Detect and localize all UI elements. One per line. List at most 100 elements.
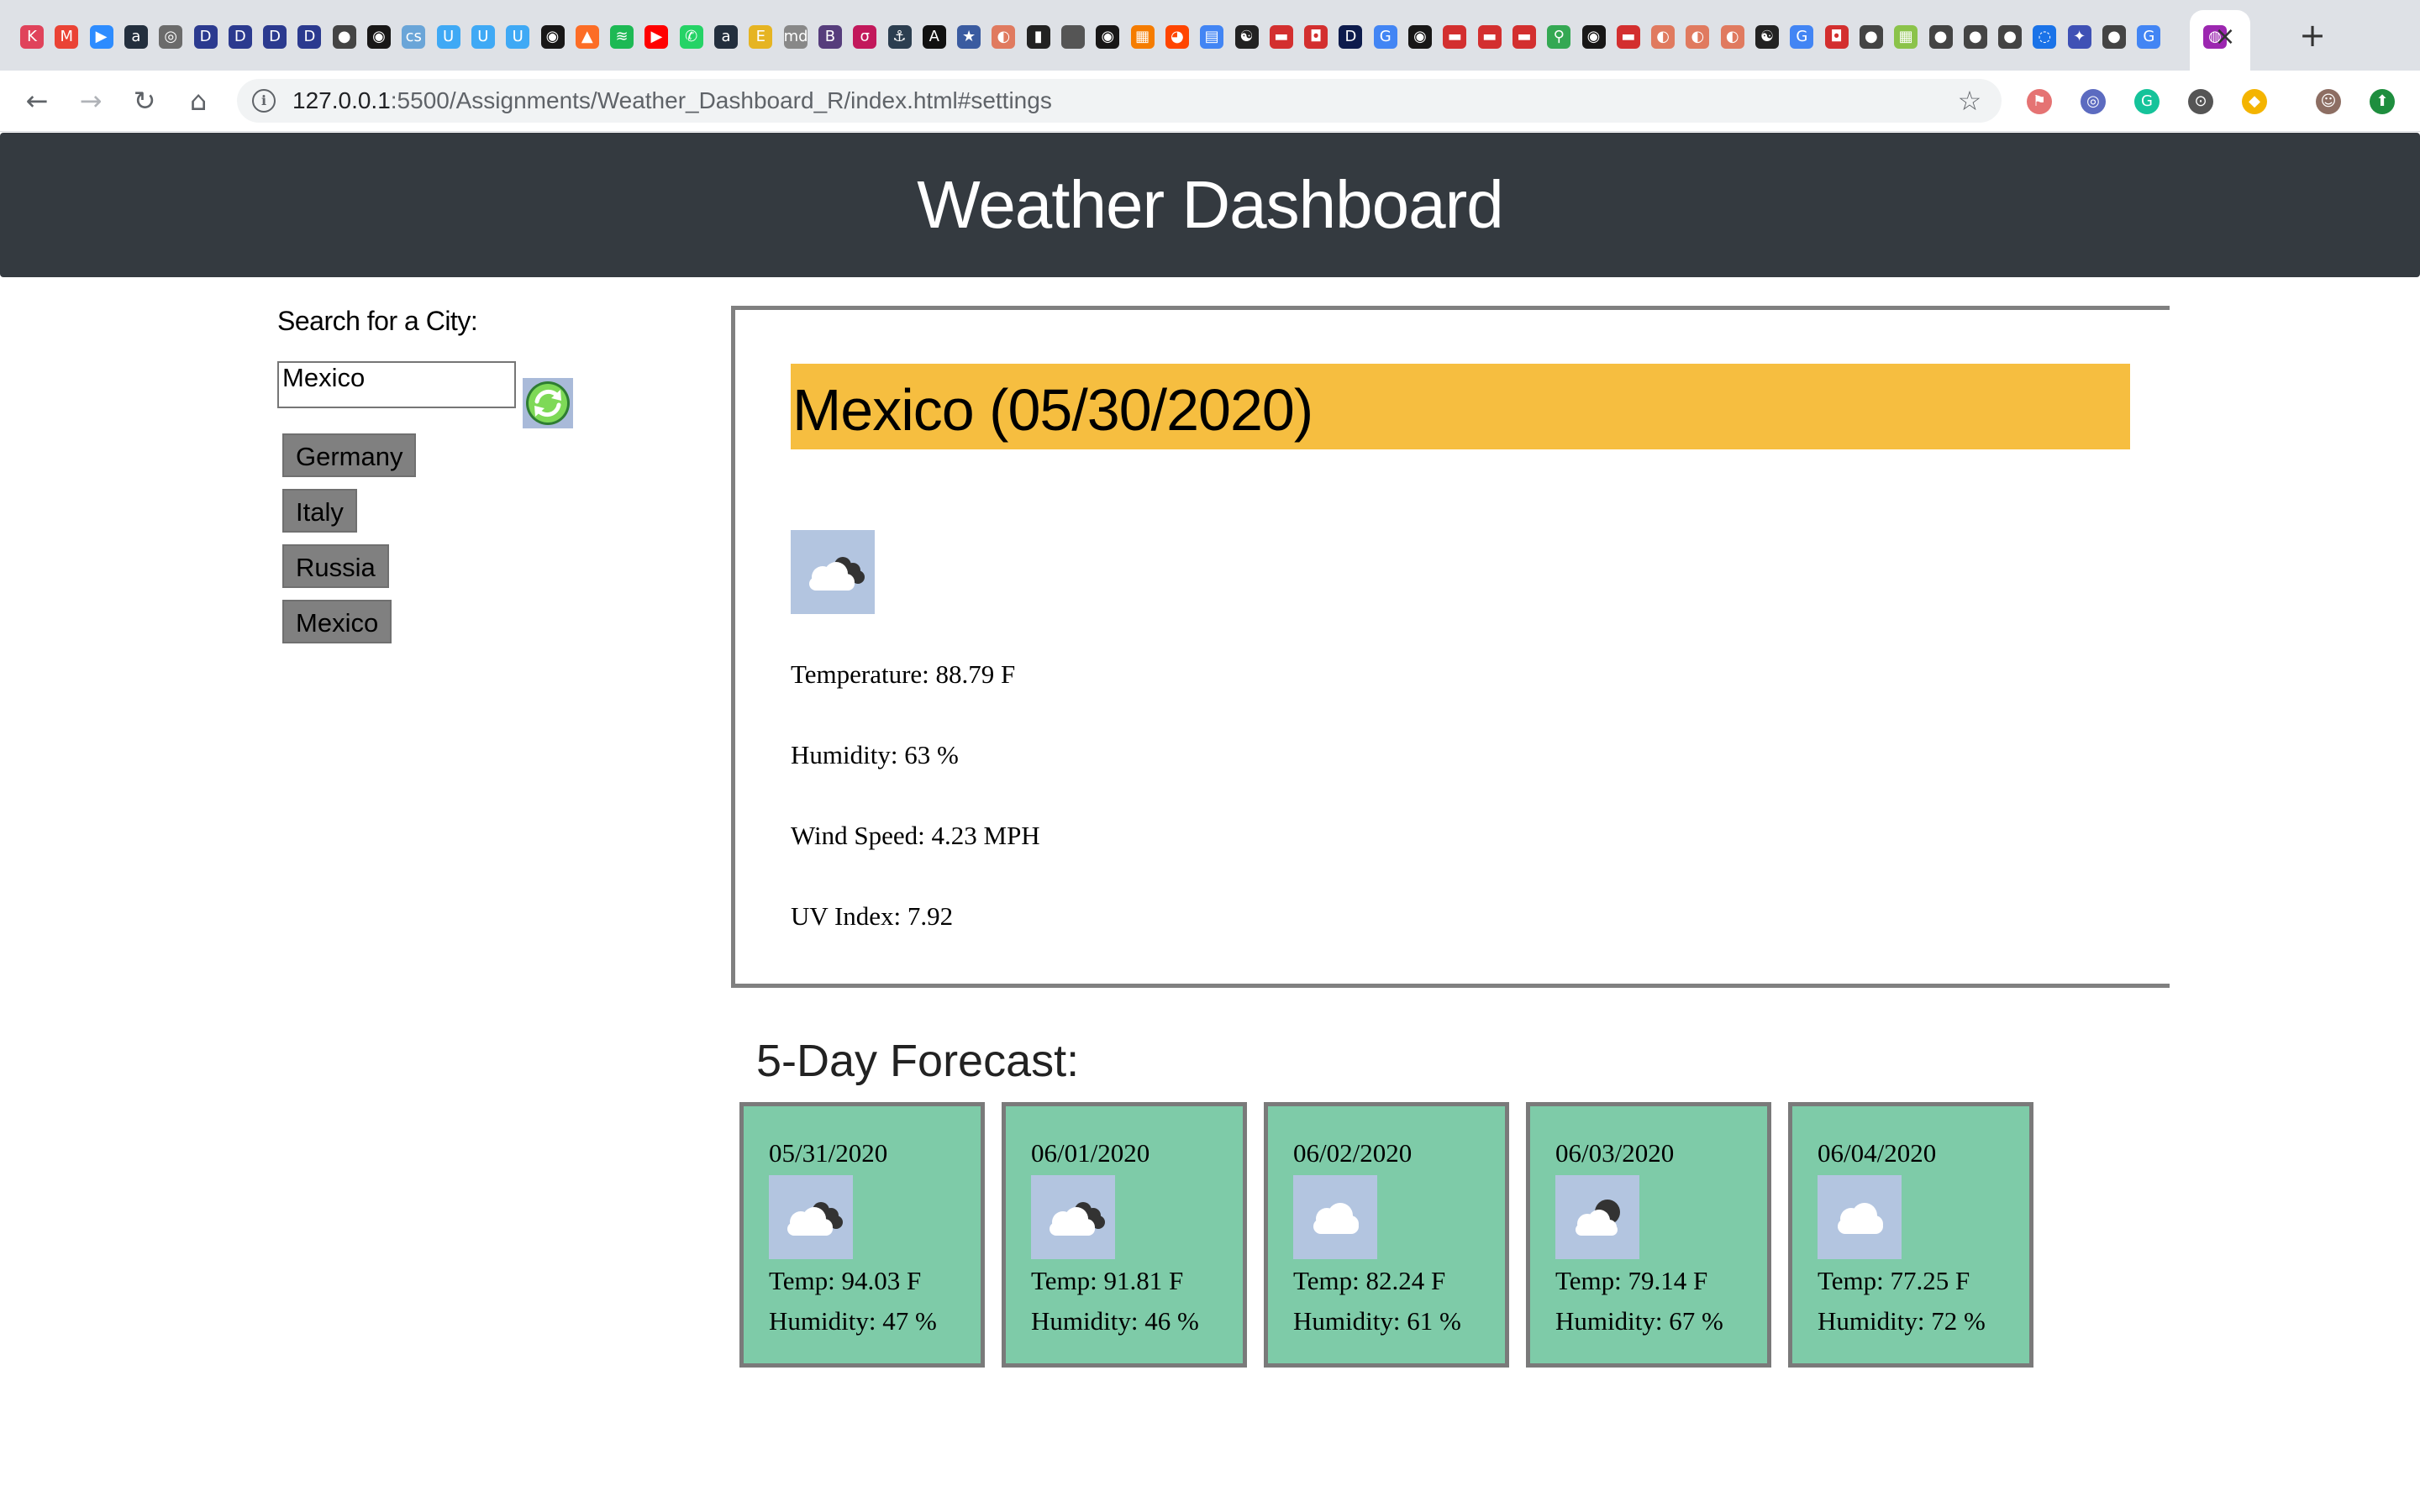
tab-favicon-icon[interactable]: A xyxy=(922,25,946,49)
home-icon[interactable]: ⌂ xyxy=(180,82,217,119)
tab-favicon-icon[interactable]: ◎ xyxy=(159,25,183,49)
tab-favicon-icon[interactable]: ● xyxy=(1963,25,1987,49)
reload-icon[interactable]: ↻ xyxy=(126,82,163,119)
tab-favicon-icon[interactable]: ◉ xyxy=(1408,25,1432,49)
tab-favicon-icon[interactable]: G xyxy=(1790,25,1814,49)
tab-favicon-icon[interactable]: ◕ xyxy=(1165,25,1189,49)
tab-favicon-icon[interactable]: ● xyxy=(332,25,356,49)
close-tab-icon[interactable]: × xyxy=(2208,20,2242,54)
tab-favicon-icon[interactable]: ▦ xyxy=(1894,25,1918,49)
tab-favicon-icon[interactable]: ▬ xyxy=(1443,25,1467,49)
tab-favicon-icon[interactable]: ≋ xyxy=(610,25,634,49)
current-city-heading: Mexico (05/30/2020) xyxy=(791,364,2130,449)
tab-favicon-icon[interactable]: ● xyxy=(1928,25,1953,49)
tab-favicon-icon[interactable]: ✦ xyxy=(2067,25,2091,49)
tab-favicon-icon[interactable]: σ xyxy=(853,25,877,49)
extension-icon[interactable]: G xyxy=(2134,89,2160,114)
tab-favicon-icon[interactable]: ● xyxy=(1859,25,1883,49)
tab-favicon-icon[interactable]: ◉ xyxy=(1096,25,1120,49)
tab-favicon-icon[interactable]: D xyxy=(263,25,287,49)
broken-clouds-icon xyxy=(791,530,875,614)
tab-favicon-icon[interactable]: ▮ xyxy=(1026,25,1050,49)
tab-favicon-icon[interactable]: ⚓ xyxy=(887,25,912,49)
history-city-germany[interactable]: Germany xyxy=(282,433,417,477)
tab-favicon-icon[interactable]: ▤ xyxy=(1200,25,1224,49)
forecast-humidity: Humidity: 47 % xyxy=(769,1306,937,1336)
tab-favicon-icon[interactable]: U xyxy=(471,25,495,49)
extension-icon[interactable]: ⊙ xyxy=(2188,89,2213,114)
extension-icon[interactable]: ⚑ xyxy=(2027,89,2052,114)
tab-favicon-icon[interactable]: ● xyxy=(1998,25,2023,49)
tab-favicon-icon[interactable]: ◘ xyxy=(1304,25,1328,49)
current-temperature: Temperature: 88.79 F xyxy=(791,659,1016,689)
forecast-card: 05/31/2020 Temp: 94.03 F Humidity: 47 % xyxy=(739,1102,985,1368)
history-city-russia[interactable]: Russia xyxy=(282,544,389,588)
tab-favicon-icon[interactable]: ● xyxy=(2102,25,2126,49)
extension-icon[interactable]: ⬆ xyxy=(2370,89,2395,114)
tab-favicon-icon[interactable]: D xyxy=(297,25,322,49)
forecast-temp: Temp: 79.14 F xyxy=(1555,1266,1708,1295)
tab-favicon-icon[interactable]: K xyxy=(20,25,44,49)
forecast-card: 06/04/2020 Temp: 77.25 F Humidity: 72 % xyxy=(1788,1102,2033,1368)
tab-favicon-icon[interactable]: B xyxy=(818,25,842,49)
tab-favicon-icon[interactable]: ▬ xyxy=(1477,25,1502,49)
tab-favicon-icon[interactable] xyxy=(1061,25,1085,49)
url-text[interactable]: 127.0.0.1:5500/Assignments/Weather_Dashb… xyxy=(292,79,1052,123)
tab-favicon-icon[interactable]: U xyxy=(506,25,530,49)
tab-favicon-icon[interactable]: md xyxy=(783,25,808,49)
tab-favicon-icon[interactable]: ▬ xyxy=(1269,25,1293,49)
tab-favicon-icon[interactable]: ◐ xyxy=(992,25,1016,49)
tab-favicon-icon[interactable]: ▶ xyxy=(644,25,669,49)
tab-favicon-icon[interactable]: ◉ xyxy=(540,25,565,49)
tab-favicon-icon[interactable]: ◉ xyxy=(1581,25,1606,49)
tab-favicon-icon[interactable]: ✆ xyxy=(679,25,703,49)
bookmark-star-icon[interactable]: ☆ xyxy=(1951,82,1988,119)
browser-toolbar: ← → ↻ ⌂ i 127.0.0.1:5500/Assignments/Wea… xyxy=(0,71,2420,132)
tab-favicon-icon[interactable]: E xyxy=(749,25,773,49)
tab-favicon-icon[interactable]: ▬ xyxy=(1512,25,1536,49)
extension-icon[interactable]: ☺ xyxy=(2316,89,2341,114)
tab-favicon-icon[interactable]: M xyxy=(55,25,79,49)
address-bar[interactable]: i 127.0.0.1:5500/Assignments/Weather_Das… xyxy=(237,79,2002,123)
tab-favicon-icon[interactable]: D xyxy=(1339,25,1363,49)
tab-favicon-icon[interactable]: G xyxy=(1373,25,1397,49)
search-button[interactable] xyxy=(523,378,573,428)
extension-icon[interactable]: ◎ xyxy=(2081,89,2106,114)
tab-favicon-icon[interactable]: ⚲ xyxy=(1547,25,1571,49)
forward-arrow-icon[interactable]: → xyxy=(72,82,109,119)
current-humidity: Humidity: 63 % xyxy=(791,740,959,769)
extension-icon[interactable]: ◆ xyxy=(2242,89,2267,114)
tab-favicon-icon[interactable]: ▦ xyxy=(1130,25,1155,49)
tab-favicon-icon[interactable]: cs xyxy=(402,25,426,49)
tab-favicon-icon[interactable]: ▬ xyxy=(1616,25,1640,49)
site-info-icon[interactable]: i xyxy=(252,89,276,113)
tab-favicon-icon[interactable]: a xyxy=(124,25,148,49)
tab-favicon-icon[interactable]: ◐ xyxy=(1686,25,1710,49)
new-tab-icon[interactable]: + xyxy=(2296,18,2329,52)
current-wind-speed: Wind Speed: 4.23 MPH xyxy=(791,821,1040,850)
tab-favicon-icon[interactable]: ▶ xyxy=(89,25,113,49)
page-title: Weather Dashboard xyxy=(917,167,1504,242)
tab-favicon-icon[interactable]: ◉ xyxy=(367,25,391,49)
tab-favicon-icon[interactable]: ☯ xyxy=(1234,25,1259,49)
forecast-date: 06/01/2020 xyxy=(1031,1138,1150,1168)
tab-favicon-icon[interactable]: ◐ xyxy=(1720,25,1744,49)
forecast-card: 06/01/2020 Temp: 91.81 F Humidity: 46 % xyxy=(1002,1102,1247,1368)
tab-favicon-icon[interactable]: ◐ xyxy=(1651,25,1676,49)
current-weather-card: Mexico (05/30/2020) Temperature: 88.79 F… xyxy=(731,306,2170,988)
tab-favicon-icon[interactable]: D xyxy=(193,25,218,49)
tab-favicon-icon[interactable]: G xyxy=(2137,25,2161,49)
tab-favicon-icon[interactable]: ☯ xyxy=(1755,25,1779,49)
history-city-mexico[interactable]: Mexico xyxy=(282,600,392,643)
tab-favicon-icon[interactable]: ★ xyxy=(957,25,981,49)
history-city-italy[interactable]: Italy xyxy=(282,489,357,533)
tab-favicon-icon[interactable]: a xyxy=(714,25,738,49)
tab-favicon-icon[interactable]: D xyxy=(228,25,252,49)
tab-favicon-icon[interactable]: ◌ xyxy=(2033,25,2057,49)
city-search-input[interactable] xyxy=(277,361,516,408)
tab-favicon-icon[interactable]: ▲ xyxy=(575,25,599,49)
forecast-temp: Temp: 82.24 F xyxy=(1293,1266,1446,1295)
tab-favicon-icon[interactable]: ◘ xyxy=(1824,25,1849,49)
back-arrow-icon[interactable]: ← xyxy=(18,82,55,119)
tab-favicon-icon[interactable]: U xyxy=(436,25,460,49)
